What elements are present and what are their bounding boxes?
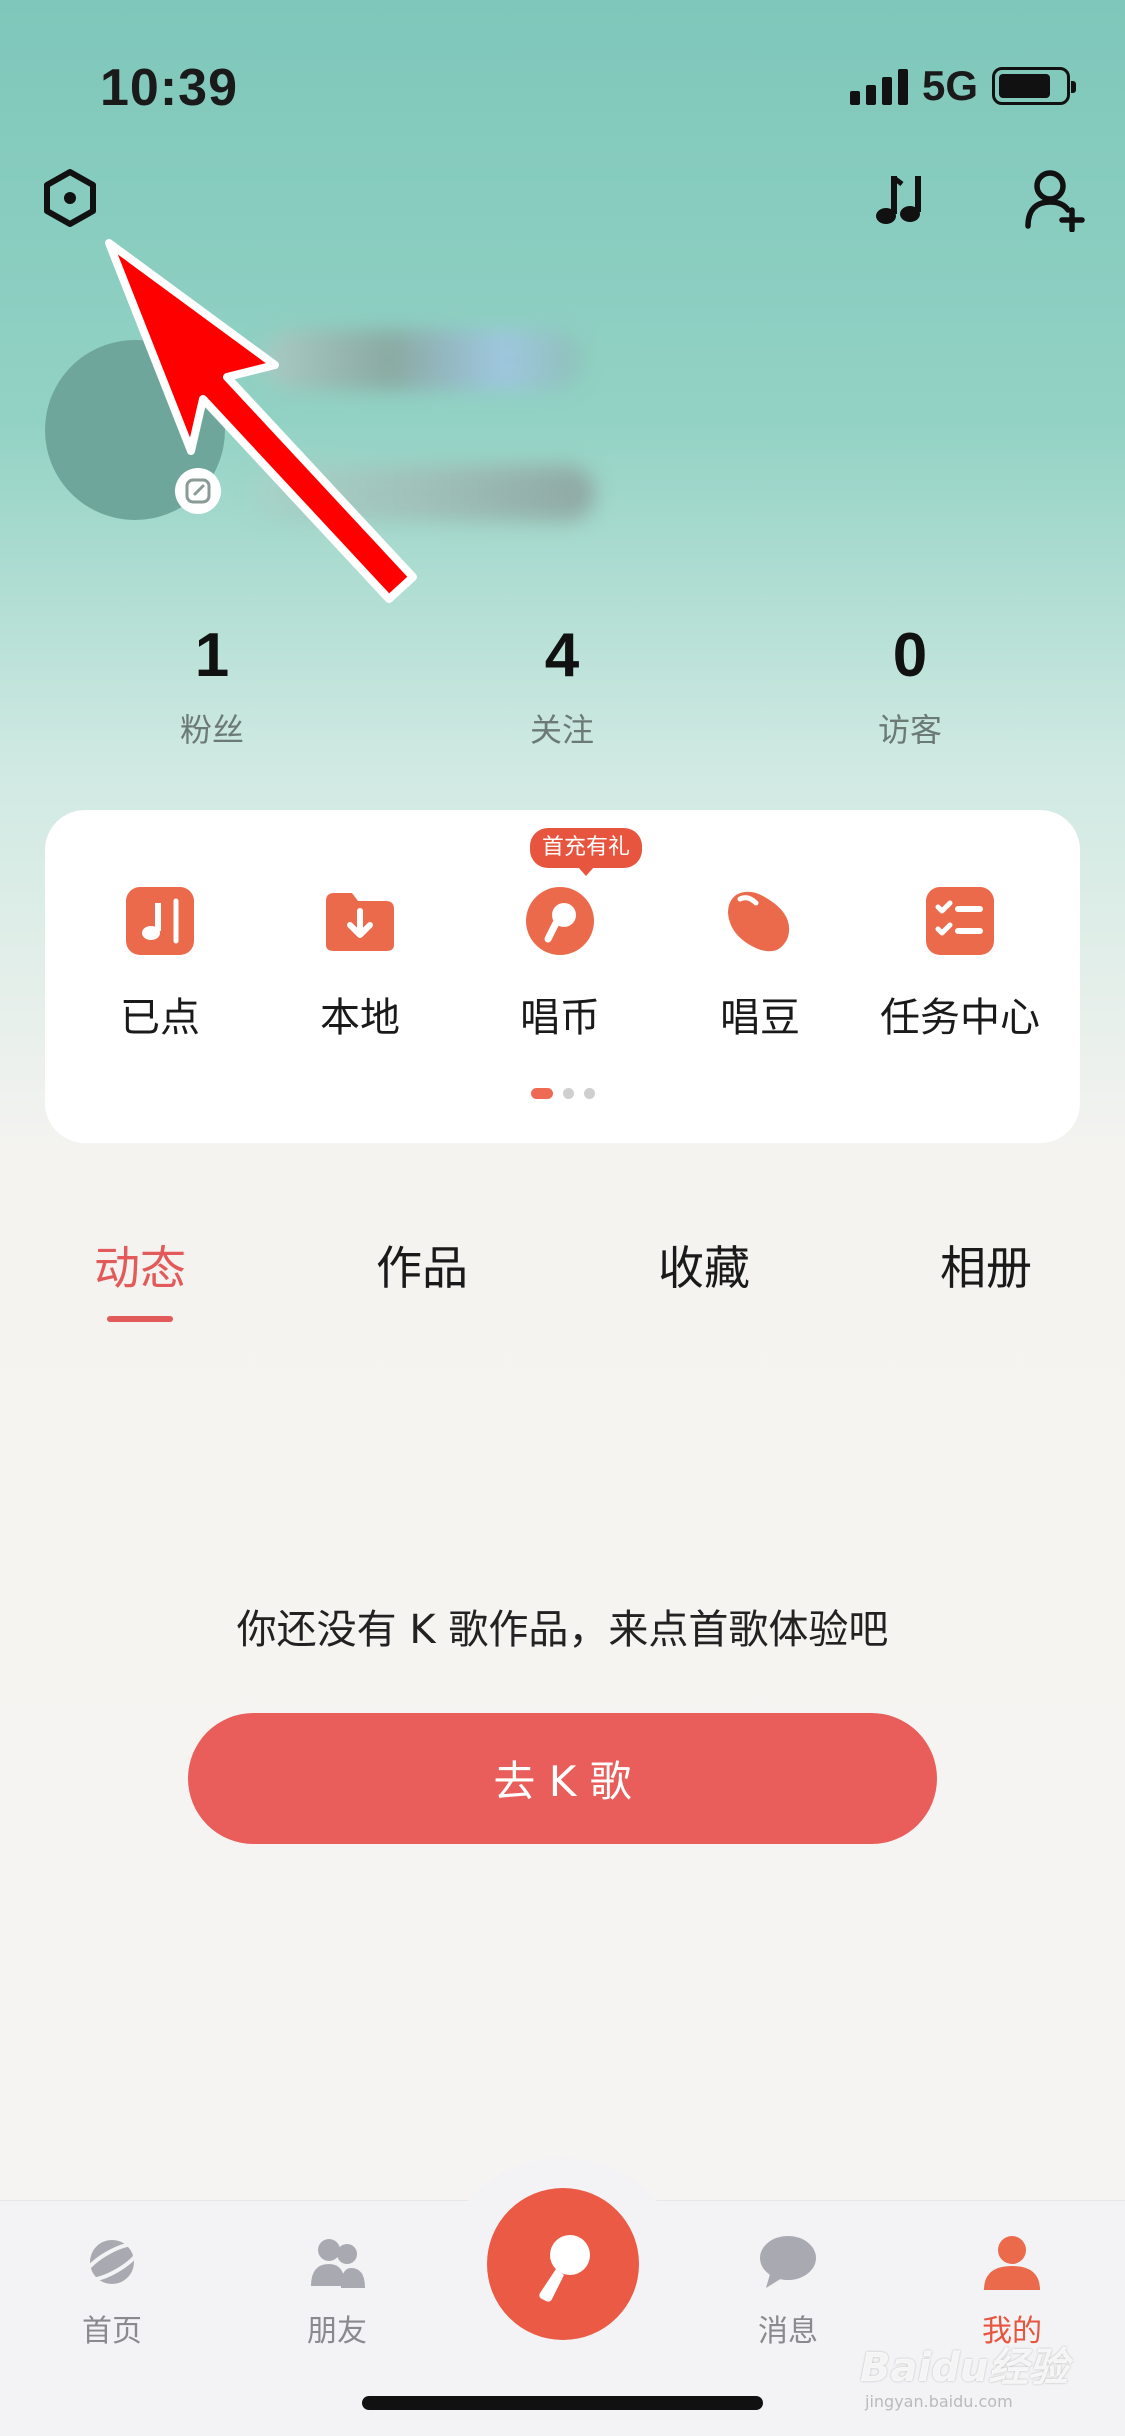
empty-state-message: 你还没有 K 歌作品，来点首歌体验吧 (236, 1607, 889, 1653)
music-note-icon (124, 885, 196, 957)
watermark-url: jingyan.baidu.com (865, 2392, 1013, 2411)
sing-button[interactable] (487, 2188, 639, 2340)
microphone-icon (539, 2235, 590, 2302)
stat-value: 4 (544, 621, 580, 690)
add-friend-icon[interactable] (1022, 166, 1088, 232)
stat-label: 粉丝 (179, 711, 244, 749)
nav-label: 朋友 (307, 2314, 367, 2349)
stat-visitors[interactable]: 0 访客 (810, 620, 1010, 751)
download-folder-icon (324, 885, 396, 957)
nav-label: 首页 (82, 2314, 142, 2349)
network-type: 5G (921, 62, 978, 109)
settings-hexagon-icon[interactable] (40, 168, 100, 228)
status-time: 10:39 (100, 59, 238, 117)
watermark-logo: Baidu经验 (860, 2345, 1069, 2391)
music-notes-icon[interactable] (872, 168, 936, 232)
page-dot (530, 1088, 553, 1099)
page-dot (562, 1088, 574, 1099)
coin-icon (524, 885, 596, 957)
active-tab-indicator (107, 1316, 173, 1322)
battery-icon (992, 67, 1076, 105)
bean-icon (724, 885, 796, 957)
nav-messages[interactable]: 消息 (718, 2230, 858, 2350)
go-karaoke-button[interactable]: 去 K 歌 (188, 1713, 937, 1844)
quick-item-beans[interactable]: 唱豆 (660, 885, 860, 1043)
quick-item-label: 唱币 (520, 995, 600, 1041)
planet-icon (80, 2230, 144, 2294)
status-indicators: 5G (849, 62, 1076, 110)
promo-badge[interactable]: 首充有礼 (530, 828, 643, 876)
tab-favorites[interactable]: 收藏 (604, 1232, 804, 1298)
page-indicator (45, 1088, 1080, 1099)
annotation-arrow-icon (105, 239, 417, 603)
nav-me[interactable]: 我的 (942, 2230, 1082, 2350)
task-list-icon (924, 885, 996, 957)
stat-value: 1 (194, 621, 230, 690)
friends-icon (305, 2230, 369, 2294)
signal-icon (849, 67, 908, 105)
quick-actions-card: 首充有礼 已点 本地 唱币 唱豆 任务中心 (45, 810, 1080, 1143)
quick-item-task-center[interactable]: 任务中心 (860, 885, 1060, 1043)
tab-activity[interactable]: 动态 (40, 1232, 240, 1298)
nav-home[interactable]: 首页 (42, 2230, 182, 2350)
nav-label: 消息 (758, 2314, 818, 2349)
stat-following[interactable]: 4 关注 (462, 620, 662, 751)
stat-label: 访客 (877, 711, 942, 749)
chat-bubble-icon (756, 2230, 820, 2294)
nav-friends[interactable]: 朋友 (267, 2230, 407, 2350)
quick-item-label: 任务中心 (880, 995, 1040, 1041)
stat-value: 0 (892, 621, 928, 690)
person-icon (980, 2230, 1044, 2294)
tab-works[interactable]: 作品 (322, 1232, 522, 1298)
page-dot (583, 1088, 595, 1099)
quick-item-label: 唱豆 (720, 995, 800, 1041)
quick-item-label: 已点 (120, 995, 200, 1041)
home-indicator[interactable] (362, 2396, 763, 2410)
quick-item-local[interactable]: 本地 (260, 885, 460, 1043)
stat-label: 关注 (529, 711, 594, 749)
quick-item-label: 本地 (320, 995, 400, 1041)
stat-fans[interactable]: 1 粉丝 (112, 620, 312, 751)
quick-item-coins[interactable]: 唱币 (460, 885, 660, 1043)
quick-item-requested[interactable]: 已点 (60, 885, 260, 1043)
tab-album[interactable]: 相册 (886, 1232, 1086, 1298)
